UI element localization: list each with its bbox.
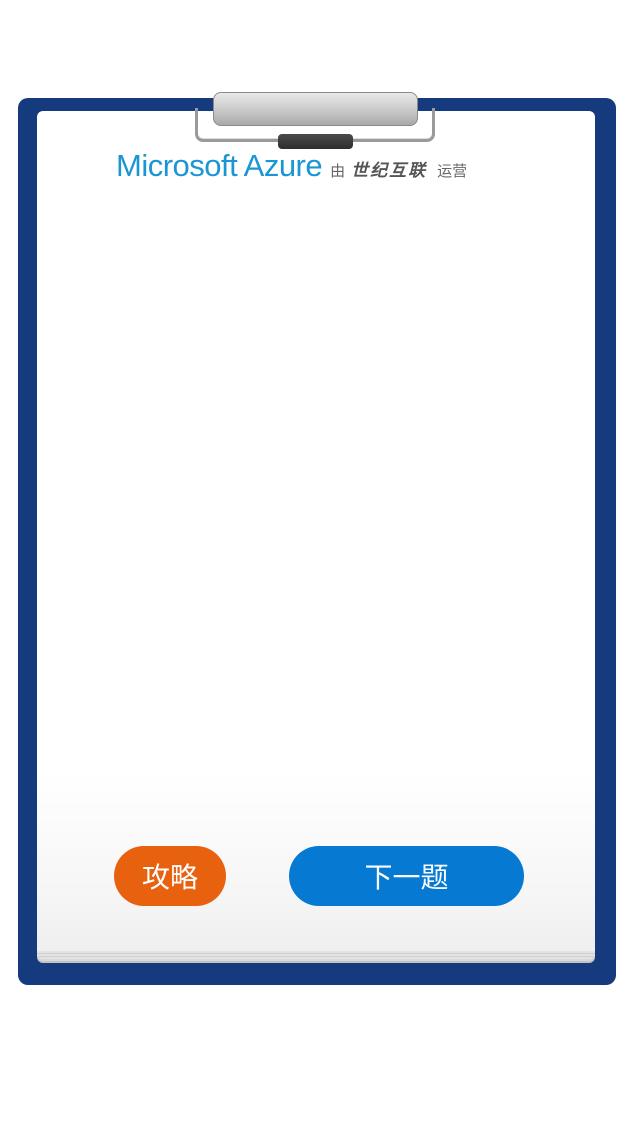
paper-stack-edge <box>37 951 595 959</box>
clip-grip <box>278 134 353 149</box>
azure-logo: Microsoft Azure 由 世纪互联 运营 <box>116 148 467 188</box>
logo-by: 由 <box>330 162 346 180</box>
quiz-paper <box>37 111 595 959</box>
quiz-screen: Microsoft Azure 由 世纪互联 运营 攻略 下一题 <box>0 0 640 1136</box>
logo-brand: Microsoft Azure <box>116 148 323 183</box>
next-question-button[interactable]: 下一题 <box>289 846 524 906</box>
clip-top <box>213 92 418 126</box>
logo-operated: 运营 <box>437 162 468 180</box>
guide-button[interactable]: 攻略 <box>114 846 226 906</box>
logo-partner: 世纪互联 <box>351 161 428 181</box>
